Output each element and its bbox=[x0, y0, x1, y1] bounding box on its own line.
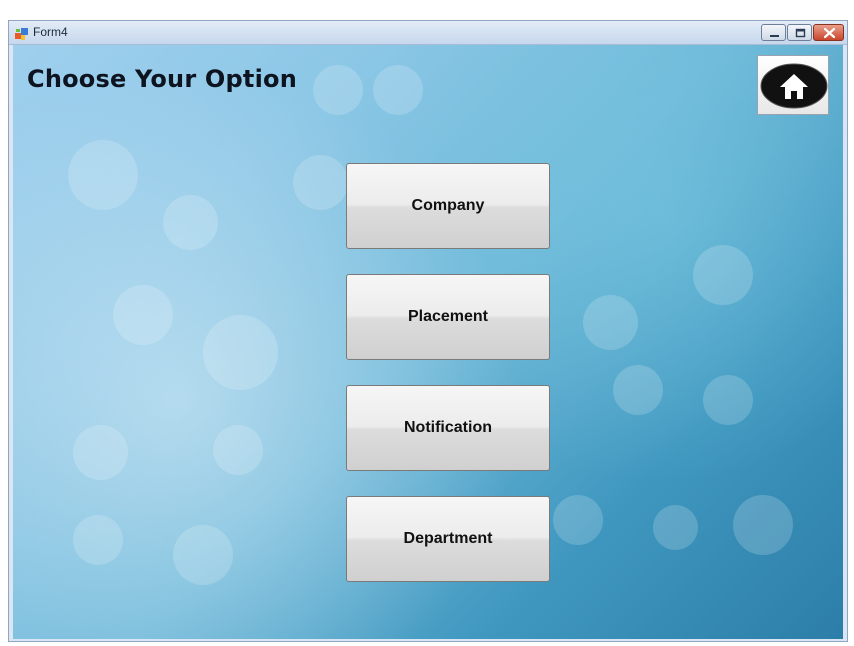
background-decoration bbox=[173, 525, 233, 585]
app-window: Form4 Choose Your Option Company Placeme… bbox=[8, 20, 848, 642]
background-decoration bbox=[703, 375, 753, 425]
background-decoration bbox=[73, 515, 123, 565]
background-decoration bbox=[733, 495, 793, 555]
background-decoration bbox=[313, 65, 363, 115]
maximize-icon bbox=[795, 28, 806, 38]
minimize-button[interactable] bbox=[761, 24, 786, 41]
background-decoration bbox=[163, 195, 218, 250]
background-decoration bbox=[293, 155, 348, 210]
background-decoration bbox=[203, 315, 278, 390]
background-decoration bbox=[73, 425, 128, 480]
background-decoration bbox=[613, 365, 663, 415]
background-decoration bbox=[213, 425, 263, 475]
maximize-button[interactable] bbox=[787, 24, 812, 41]
form-client-area: Choose Your Option Company Placement Not… bbox=[13, 45, 843, 639]
window-title: Form4 bbox=[33, 25, 68, 39]
home-button[interactable] bbox=[757, 55, 829, 115]
notification-button[interactable]: Notification bbox=[346, 385, 550, 471]
background-decoration bbox=[68, 140, 138, 210]
background-decoration bbox=[553, 495, 603, 545]
form-app-icon bbox=[15, 26, 28, 40]
page-title: Choose Your Option bbox=[27, 65, 297, 93]
background-decoration bbox=[113, 285, 173, 345]
home-icon bbox=[760, 63, 828, 109]
minimize-icon bbox=[770, 35, 779, 37]
background-decoration bbox=[693, 245, 753, 305]
background-decoration bbox=[653, 505, 698, 550]
title-bar[interactable]: Form4 bbox=[9, 21, 847, 45]
background-decoration bbox=[373, 65, 423, 115]
company-button[interactable]: Company bbox=[346, 163, 550, 249]
background-decoration bbox=[583, 295, 638, 350]
placement-button[interactable]: Placement bbox=[346, 274, 550, 360]
close-button[interactable] bbox=[813, 24, 844, 41]
department-button[interactable]: Department bbox=[346, 496, 550, 582]
close-icon bbox=[823, 27, 836, 39]
